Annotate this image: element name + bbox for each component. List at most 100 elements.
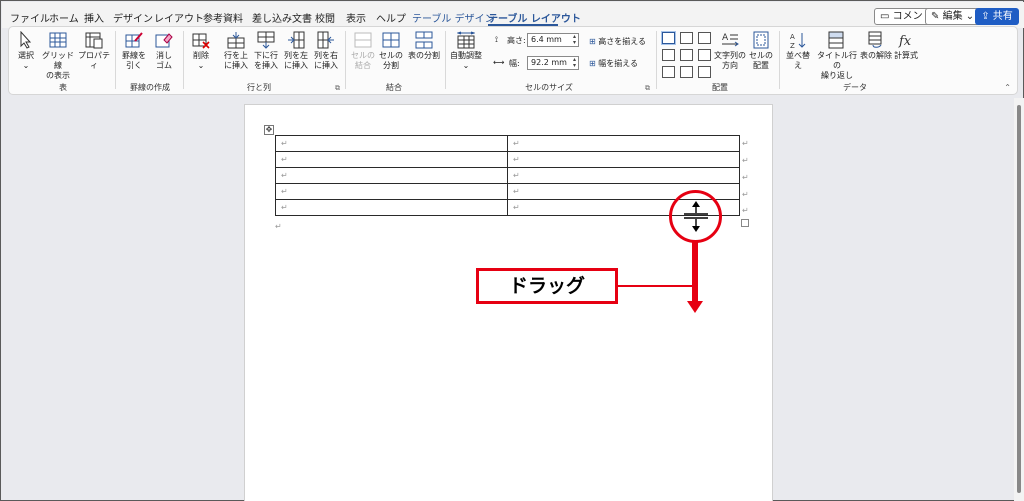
- svg-text:A: A: [722, 33, 729, 43]
- cell-margins-button[interactable]: セルの 配置: [747, 31, 775, 71]
- tab-design[interactable]: デザイン: [113, 10, 153, 25]
- edit-mode-button[interactable]: ✎ 編集 ⌄: [925, 8, 981, 25]
- height-spinner[interactable]: ▴ ▾: [573, 34, 576, 46]
- dialog-launcher-icon[interactable]: ⧉: [645, 84, 650, 93]
- merge-cells-label-2: 結合: [355, 61, 371, 70]
- tab-references[interactable]: 参考資料: [203, 10, 243, 25]
- align-bottom-center-button[interactable]: [680, 66, 693, 78]
- delete-button[interactable]: 削除 ⌄: [187, 31, 215, 71]
- dialog-launcher-icon[interactable]: ⧉: [335, 84, 340, 93]
- split-cells-button[interactable]: セルの 分割: [377, 31, 405, 71]
- cursor-arrow-icon: [20, 31, 32, 49]
- width-value: 92.2 mm: [531, 58, 567, 67]
- draw-table-button[interactable]: 罫線を 引く: [119, 31, 149, 71]
- row-end-mark: ↵: [742, 173, 749, 182]
- table-cell[interactable]: ↵: [275, 199, 508, 216]
- row-end-mark: ↵: [742, 156, 749, 165]
- align-bottom-right-button[interactable]: [698, 66, 711, 78]
- insert-left-button[interactable]: 列を左 に挿入: [281, 31, 311, 71]
- delete-label: 削除: [193, 51, 209, 60]
- view-gridlines-button[interactable]: グリッド線 の表示: [41, 31, 75, 81]
- cell-margins-icon: [753, 31, 769, 49]
- tab-table-layout[interactable]: テーブル レイアウト: [488, 10, 581, 25]
- tab-insert[interactable]: 挿入: [84, 10, 104, 25]
- text-direction-button[interactable]: A 文字列の 方向: [713, 31, 747, 71]
- split-table-button[interactable]: 表の分割: [407, 31, 441, 61]
- align-top-left-button[interactable]: [662, 32, 675, 44]
- table-cell[interactable]: ↵: [275, 183, 508, 200]
- align-top-center-button[interactable]: [680, 32, 693, 44]
- cell-margins-label-2: 配置: [753, 61, 769, 70]
- merge-cells-button[interactable]: セルの 結合: [349, 31, 377, 71]
- formula-fx-icon: fx: [898, 34, 912, 49]
- text-direction-label-2: 方向: [722, 61, 738, 70]
- table-cell[interactable]: ↵: [275, 151, 508, 168]
- properties-button[interactable]: プロパティ: [77, 31, 111, 71]
- collapse-ribbon-icon[interactable]: ⌃: [1004, 83, 1011, 92]
- split-cells-label-2: 分割: [383, 61, 399, 70]
- insert-right-button[interactable]: 列を右 に挿入: [311, 31, 341, 71]
- chevron-down-icon: ⌄: [197, 61, 205, 70]
- eraser-icon: [155, 33, 173, 48]
- distribute-rows-button[interactable]: ⊞ 高さを揃える: [589, 36, 646, 47]
- group-separator: [183, 31, 184, 89]
- align-top-right-button[interactable]: [698, 32, 711, 44]
- share-button[interactable]: ⇪ 共有: [975, 8, 1019, 25]
- split-table-icon: [415, 31, 433, 49]
- table-cell[interactable]: ↵: [507, 167, 740, 184]
- scrollbar-thumb[interactable]: [1017, 105, 1021, 493]
- document-table[interactable]: ↵ ↵ ↵ ↵ ↵ ↵ ↵ ↵ ↵ ↵: [275, 135, 740, 216]
- formula-button[interactable]: fx 計算式: [893, 31, 919, 61]
- insert-below-button[interactable]: 下に行 を挿入: [251, 31, 281, 71]
- repeat-header-label-2: 繰り返し: [821, 71, 853, 80]
- table-cell[interactable]: ↵: [507, 135, 740, 152]
- table-cell[interactable]: ↵: [275, 135, 508, 152]
- tab-view[interactable]: 表示: [346, 10, 366, 25]
- convert-to-text-icon: [868, 31, 882, 48]
- tab-review[interactable]: 校閲: [315, 10, 335, 25]
- align-center-button[interactable]: [680, 49, 693, 61]
- tab-file[interactable]: ファイル: [10, 10, 50, 25]
- insert-right-label-1: 列を右: [314, 51, 338, 60]
- width-input[interactable]: 92.2 mm ▴ ▾: [527, 56, 579, 70]
- height-input[interactable]: 6.4 mm ▴ ▾: [527, 33, 579, 47]
- width-spinner[interactable]: ▴ ▾: [573, 57, 576, 69]
- merge-cells-icon: [354, 32, 372, 48]
- edit-label: 編集: [942, 11, 963, 22]
- align-middle-right-button[interactable]: [698, 49, 711, 61]
- tab-table-design[interactable]: テーブル デザイン: [412, 10, 495, 25]
- align-bottom-left-button[interactable]: [662, 66, 675, 78]
- convert-to-text-button[interactable]: 表の解除: [859, 31, 893, 61]
- row-height-icon: ⟟: [495, 35, 498, 44]
- table-resize-handle[interactable]: [741, 219, 749, 227]
- distribute-columns-icon: ⊞: [589, 59, 596, 68]
- tab-home[interactable]: ホーム: [49, 10, 79, 25]
- distribute-columns-button[interactable]: ⊞ 幅を揃える: [589, 58, 638, 69]
- gridlines-label-1: グリッド線: [42, 51, 74, 70]
- autofit-button[interactable]: 自動調整 ⌄: [449, 31, 483, 71]
- insert-above-button[interactable]: 行を上 に挿入: [221, 31, 251, 71]
- select-label: 選択: [18, 51, 34, 60]
- repeat-header-rows-button[interactable]: タイトル行の 繰り返し: [815, 31, 859, 81]
- group-separator: [345, 31, 346, 89]
- tab-help[interactable]: ヘルプ: [376, 10, 406, 25]
- table-move-handle-icon[interactable]: ✥: [264, 125, 274, 135]
- pencil-icon: ✎: [931, 11, 940, 22]
- properties-label: プロパティ: [78, 51, 110, 70]
- select-button[interactable]: 選択 ⌄: [13, 31, 39, 71]
- insert-above-label-1: 行を上: [224, 51, 248, 60]
- tab-mailings[interactable]: 差し込み文書: [252, 10, 312, 25]
- sort-label: 並べ替え: [786, 51, 810, 70]
- tab-layout[interactable]: レイアウト: [154, 10, 204, 25]
- insert-column-right-icon: [317, 31, 334, 49]
- align-middle-left-button[interactable]: [662, 49, 675, 61]
- group-label-rows-columns: 行と列: [247, 83, 271, 92]
- table-cell[interactable]: ↵: [507, 151, 740, 168]
- eraser-button[interactable]: 消し ゴム: [149, 31, 179, 71]
- cell-margins-label-1: セルの: [749, 51, 773, 60]
- merge-cells-label-1: セルの: [351, 51, 375, 60]
- column-width-icon: ⟷: [493, 58, 505, 67]
- sort-button[interactable]: AZ 並べ替え: [783, 31, 813, 71]
- table-cell[interactable]: ↵: [275, 167, 508, 184]
- insert-right-label-2: に挿入: [314, 61, 338, 70]
